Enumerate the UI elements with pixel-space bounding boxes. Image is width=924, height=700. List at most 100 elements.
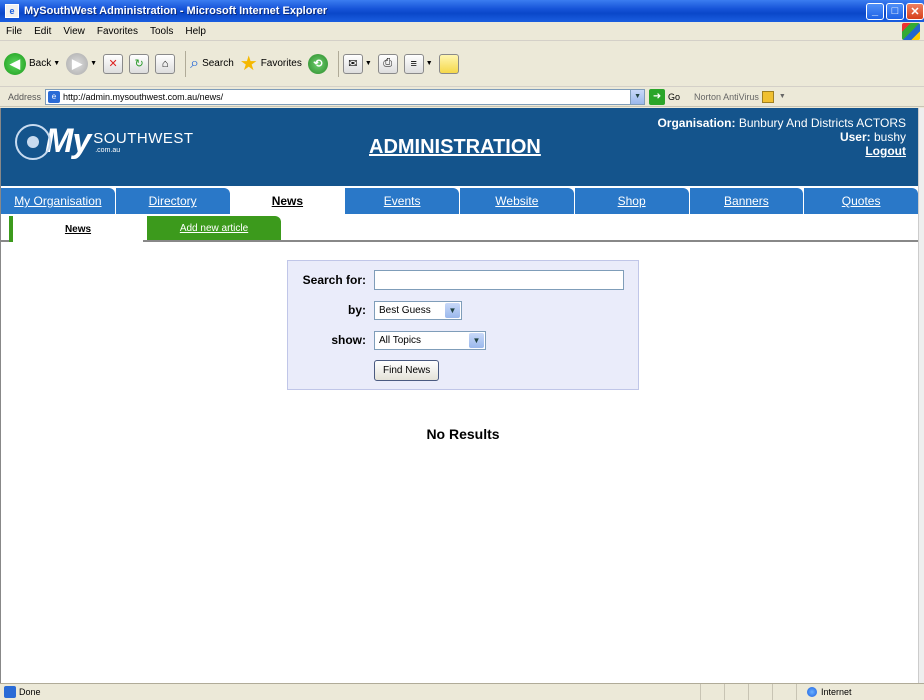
forward-button[interactable]: ▶ ▼ bbox=[66, 52, 98, 75]
menu-edit[interactable]: Edit bbox=[28, 26, 57, 37]
menu-help[interactable]: Help bbox=[179, 26, 212, 37]
search-label: Search bbox=[202, 58, 234, 69]
history-icon: ⟲ bbox=[307, 53, 328, 74]
chevron-down-icon[interactable]: ▼ bbox=[630, 89, 645, 104]
organisation-label: Organisation: bbox=[657, 116, 736, 130]
window-title-bar: e MySouthWest Administration - Microsoft… bbox=[0, 0, 924, 22]
subtab-add-new-article[interactable]: Add new article bbox=[147, 216, 281, 240]
organisation-value: Bunbury And Districts ACTORS bbox=[738, 116, 906, 130]
norton-icon bbox=[761, 90, 774, 103]
chevron-down-icon: ▼ bbox=[53, 60, 61, 67]
search-by-label: by: bbox=[348, 303, 366, 317]
norton-label: Norton AntiVirus bbox=[694, 91, 759, 102]
search-input[interactable] bbox=[374, 270, 624, 290]
address-label: Address bbox=[8, 91, 42, 102]
menu-favorites[interactable]: Favorites bbox=[91, 26, 144, 37]
stop-button[interactable]: ✕ bbox=[103, 53, 124, 74]
page-content: My SOUTHWEST .com.au ADMINISTRATION Orga… bbox=[0, 108, 918, 683]
search-icon: ⌕ bbox=[190, 54, 200, 72]
subtab-news[interactable]: News bbox=[9, 216, 143, 242]
tab-directory[interactable]: Directory bbox=[115, 188, 230, 214]
refresh-icon: ↻ bbox=[129, 53, 150, 74]
sub-tabs: News Add new article bbox=[1, 214, 918, 242]
ie-icon: e bbox=[5, 4, 19, 18]
star-icon: ★ bbox=[239, 53, 258, 75]
go-label: Go bbox=[668, 91, 681, 102]
stop-icon: ✕ bbox=[103, 53, 124, 74]
mail-button[interactable]: ✉ ▼ bbox=[342, 53, 372, 74]
tab-my-organisation[interactable]: My Organisation bbox=[1, 188, 115, 214]
logout-link[interactable]: Logout bbox=[657, 144, 906, 158]
search-show-value: All Topics bbox=[379, 334, 422, 346]
chevron-down-icon: ▼ bbox=[445, 302, 460, 318]
search-form: Search for: by: Best Guess ▼ show: All T… bbox=[287, 260, 639, 390]
mail-icon: ✉ bbox=[342, 53, 363, 74]
search-show-row: show: All Topics ▼ bbox=[288, 329, 640, 351]
home-button[interactable]: ⌂ bbox=[155, 53, 176, 74]
zone-label: Internet bbox=[821, 687, 852, 697]
search-for-label: Search for: bbox=[302, 273, 366, 287]
tab-shop[interactable]: Shop bbox=[574, 188, 689, 214]
toolbar-divider bbox=[185, 50, 187, 77]
chevron-down-icon: ▼ bbox=[364, 60, 372, 67]
print-icon: ⎙ bbox=[377, 53, 398, 74]
edit-icon: ≡ bbox=[403, 53, 424, 74]
forward-arrow-icon: ▶ bbox=[66, 52, 89, 75]
search-by-row: by: Best Guess ▼ bbox=[288, 299, 640, 321]
note-icon bbox=[438, 53, 459, 74]
tab-banners[interactable]: Banners bbox=[689, 188, 804, 214]
search-show-select[interactable]: All Topics ▼ bbox=[374, 330, 486, 350]
page-title[interactable]: ADMINISTRATION bbox=[369, 136, 541, 159]
menu-bar: File Edit View Favorites Tools Help bbox=[0, 22, 924, 41]
messenger-button[interactable] bbox=[438, 53, 459, 74]
back-button[interactable]: ◀ Back ▼ bbox=[4, 52, 61, 75]
go-arrow-icon: ➜ bbox=[649, 88, 666, 105]
search-by-value: Best Guess bbox=[379, 304, 431, 316]
chevron-down-icon: ▼ bbox=[778, 93, 786, 100]
logo-southwest-text: SOUTHWEST bbox=[93, 129, 194, 147]
find-news-button[interactable]: Find News bbox=[374, 359, 440, 381]
search-button-row: Find News bbox=[288, 359, 640, 381]
page-scrollbar[interactable] bbox=[918, 108, 924, 683]
minimize-button[interactable]: _ bbox=[866, 2, 884, 20]
maximize-button[interactable]: □ bbox=[886, 2, 904, 20]
search-show-label: show: bbox=[331, 333, 366, 347]
tab-quotes[interactable]: Quotes bbox=[804, 188, 918, 214]
tab-events[interactable]: Events bbox=[345, 188, 459, 214]
user-label: User: bbox=[839, 130, 871, 144]
chevron-down-icon: ▼ bbox=[90, 60, 98, 67]
main-tabs: My Organisation Directory News Events We… bbox=[1, 188, 918, 214]
toolbar-divider bbox=[337, 50, 339, 77]
page-done-icon bbox=[4, 686, 16, 698]
search-for-row: Search for: bbox=[288, 269, 640, 291]
site-header: My SOUTHWEST .com.au ADMINISTRATION Orga… bbox=[1, 108, 918, 186]
back-arrow-icon: ◀ bbox=[4, 52, 26, 75]
address-input[interactable]: e http://admin.mysouthwest.com.au/news/ … bbox=[45, 88, 646, 105]
menu-tools[interactable]: Tools bbox=[144, 26, 179, 37]
norton-toolbar[interactable]: Norton AntiVirus ▼ bbox=[694, 90, 786, 103]
home-icon: ⌂ bbox=[155, 53, 176, 74]
windows-logo-icon bbox=[902, 23, 920, 40]
chevron-down-icon: ▼ bbox=[469, 332, 484, 348]
go-button[interactable]: ➜ Go bbox=[649, 88, 681, 105]
tab-news[interactable]: News bbox=[230, 188, 345, 214]
favorites-button[interactable]: ★ Favorites bbox=[240, 51, 302, 76]
logo-swirl-icon bbox=[15, 123, 51, 160]
search-by-select[interactable]: Best Guess ▼ bbox=[374, 300, 462, 320]
edit-button[interactable]: ≡ ▼ bbox=[403, 53, 433, 74]
site-logo[interactable]: My SOUTHWEST .com.au bbox=[15, 122, 194, 161]
status-panels: Internet bbox=[700, 684, 924, 700]
browser-toolbar: ◀ Back ▼ ▶ ▼ ✕ ↻ ⌂ ⌕ Search ★ Favorites … bbox=[0, 41, 924, 87]
refresh-button[interactable]: ↻ bbox=[129, 53, 150, 74]
search-button[interactable]: ⌕ Search bbox=[190, 55, 234, 73]
address-url: http://admin.mysouthwest.com.au/news/ bbox=[63, 91, 224, 102]
print-button[interactable]: ⎙ bbox=[377, 53, 398, 74]
tab-website[interactable]: Website bbox=[460, 188, 574, 214]
close-button[interactable]: ✕ bbox=[906, 2, 924, 20]
globe-icon bbox=[807, 687, 817, 697]
history-button[interactable]: ⟲ bbox=[307, 53, 328, 74]
security-zone: Internet bbox=[796, 684, 924, 700]
menu-view[interactable]: View bbox=[57, 26, 91, 37]
menu-file[interactable]: File bbox=[0, 26, 28, 37]
address-bar: Address e http://admin.mysouthwest.com.a… bbox=[0, 87, 924, 107]
